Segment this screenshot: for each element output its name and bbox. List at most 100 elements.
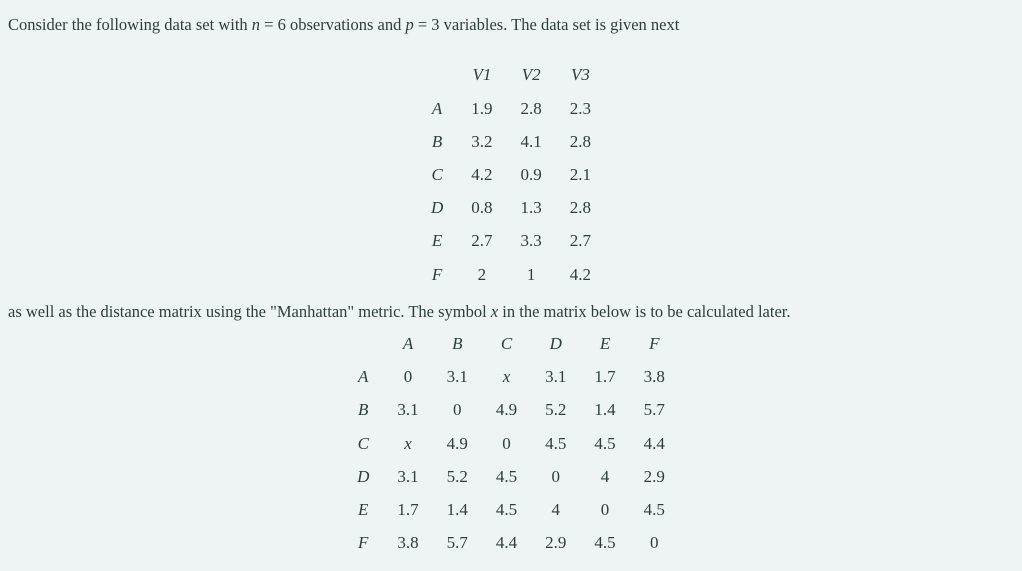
dist-cell: 4.4 bbox=[630, 427, 679, 460]
dist-cell: 4.9 bbox=[482, 393, 531, 426]
distance-row: C x 4.9 0 4.5 4.5 4.4 bbox=[343, 427, 679, 460]
dist-col-header: A bbox=[383, 327, 432, 360]
data-cell: 2.1 bbox=[556, 158, 605, 191]
data-cell: 2.8 bbox=[556, 125, 605, 158]
row-label: F bbox=[417, 258, 457, 291]
dist-cell: 4.5 bbox=[580, 526, 629, 559]
obs-text: observations and bbox=[286, 15, 406, 34]
dist-cell: 0 bbox=[531, 460, 580, 493]
data-row: A 1.9 2.8 2.3 bbox=[417, 92, 605, 125]
dist-cell: 1.4 bbox=[580, 393, 629, 426]
dist-cell: 4.5 bbox=[531, 427, 580, 460]
dist-cell: 1.7 bbox=[580, 360, 629, 393]
middle-paragraph: as well as the distance matrix using the… bbox=[8, 299, 1014, 325]
dist-cell: 1.4 bbox=[433, 493, 482, 526]
distance-matrix-table: A B C D E F A 0 3.1 x 3.1 1.7 3.8 B 3.1 … bbox=[343, 327, 679, 559]
data-cell: 4.2 bbox=[457, 158, 506, 191]
dist-cell: 2.9 bbox=[630, 460, 679, 493]
dist-cell: 0 bbox=[433, 393, 482, 426]
dist-row-label: E bbox=[343, 493, 383, 526]
dist-cell: 5.2 bbox=[433, 460, 482, 493]
data-cell: 3.2 bbox=[457, 125, 506, 158]
data-cell: 2.3 bbox=[556, 92, 605, 125]
n-variable: n bbox=[252, 15, 260, 34]
intro-paragraph: Consider the following data set with n =… bbox=[8, 12, 1014, 38]
row-label: E bbox=[417, 224, 457, 257]
distance-row: B 3.1 0 4.9 5.2 1.4 5.7 bbox=[343, 393, 679, 426]
dist-cell-x: x bbox=[482, 360, 531, 393]
distance-row: A 0 3.1 x 3.1 1.7 3.8 bbox=[343, 360, 679, 393]
data-cell: 0.8 bbox=[457, 191, 506, 224]
dist-cell: 5.7 bbox=[433, 526, 482, 559]
data-cell: 4.2 bbox=[556, 258, 605, 291]
dist-cell: 0 bbox=[383, 360, 432, 393]
dist-cell: 3.8 bbox=[383, 526, 432, 559]
dist-row-label: A bbox=[343, 360, 383, 393]
data-row: E 2.7 3.3 2.7 bbox=[417, 224, 605, 257]
data-cell: 2.8 bbox=[556, 191, 605, 224]
dist-col-header: C bbox=[482, 327, 531, 360]
row-label: D bbox=[417, 191, 457, 224]
dist-cell: 2.9 bbox=[531, 526, 580, 559]
dist-cell: 4.4 bbox=[482, 526, 531, 559]
dist-cell: 0 bbox=[580, 493, 629, 526]
eq-sign-2: = bbox=[414, 15, 432, 34]
row-label: A bbox=[417, 92, 457, 125]
p-value: 3 bbox=[431, 15, 439, 34]
dist-cell: 4.5 bbox=[482, 460, 531, 493]
data-cell: 2 bbox=[457, 258, 506, 291]
dist-col-header: B bbox=[433, 327, 482, 360]
dist-cell: 3.1 bbox=[383, 393, 432, 426]
dist-row-label: B bbox=[343, 393, 383, 426]
data-row: C 4.2 0.9 2.1 bbox=[417, 158, 605, 191]
col-header-v1: V1 bbox=[457, 58, 506, 91]
dist-cell: 3.8 bbox=[630, 360, 679, 393]
data-table-header-row: V1 V2 V3 bbox=[417, 58, 605, 91]
col-header-v2: V2 bbox=[507, 58, 556, 91]
dist-cell: 4.9 bbox=[433, 427, 482, 460]
dist-col-header: F bbox=[630, 327, 679, 360]
dist-cell: 5.2 bbox=[531, 393, 580, 426]
data-cell: 2.8 bbox=[507, 92, 556, 125]
intro-suffix: variables. The data set is given next bbox=[440, 15, 680, 34]
distance-row: E 1.7 1.4 4.5 4 0 4.5 bbox=[343, 493, 679, 526]
col-header-v3: V3 bbox=[556, 58, 605, 91]
dist-cell: 4.5 bbox=[580, 427, 629, 460]
data-row: D 0.8 1.3 2.8 bbox=[417, 191, 605, 224]
dist-row-label: F bbox=[343, 526, 383, 559]
dist-cell: 3.1 bbox=[383, 460, 432, 493]
middle-prefix: as well as the distance matrix using the… bbox=[8, 302, 491, 321]
dist-cell-x: x bbox=[383, 427, 432, 460]
dist-cell: 5.7 bbox=[630, 393, 679, 426]
dist-cell: 0 bbox=[482, 427, 531, 460]
eq-sign-1: = bbox=[260, 15, 278, 34]
data-cell: 4.1 bbox=[507, 125, 556, 158]
dist-cell: 4.5 bbox=[482, 493, 531, 526]
p-variable: p bbox=[405, 15, 413, 34]
data-cell: 2.7 bbox=[556, 224, 605, 257]
distance-header-row: A B C D E F bbox=[343, 327, 679, 360]
dist-cell: 0 bbox=[630, 526, 679, 559]
data-cell: 0.9 bbox=[507, 158, 556, 191]
data-cell: 3.3 bbox=[507, 224, 556, 257]
data-row: F 2 1 4.2 bbox=[417, 258, 605, 291]
data-cell: 2.7 bbox=[457, 224, 506, 257]
dist-cell: 3.1 bbox=[531, 360, 580, 393]
distance-row: F 3.8 5.7 4.4 2.9 4.5 0 bbox=[343, 526, 679, 559]
data-cell: 1 bbox=[507, 258, 556, 291]
middle-suffix: in the matrix below is to be calculated … bbox=[498, 302, 790, 321]
dist-cell: 3.1 bbox=[433, 360, 482, 393]
dist-cell: 4.5 bbox=[630, 493, 679, 526]
data-cell: 1.3 bbox=[507, 191, 556, 224]
dist-cell: 1.7 bbox=[383, 493, 432, 526]
intro-prefix: Consider the following data set with bbox=[8, 15, 252, 34]
dist-col-header: E bbox=[580, 327, 629, 360]
row-label: B bbox=[417, 125, 457, 158]
distance-row: D 3.1 5.2 4.5 0 4 2.9 bbox=[343, 460, 679, 493]
dist-col-header: D bbox=[531, 327, 580, 360]
n-value: 6 bbox=[278, 15, 286, 34]
dist-cell: 4 bbox=[531, 493, 580, 526]
dist-row-label: C bbox=[343, 427, 383, 460]
data-cell: 1.9 bbox=[457, 92, 506, 125]
data-row: B 3.2 4.1 2.8 bbox=[417, 125, 605, 158]
